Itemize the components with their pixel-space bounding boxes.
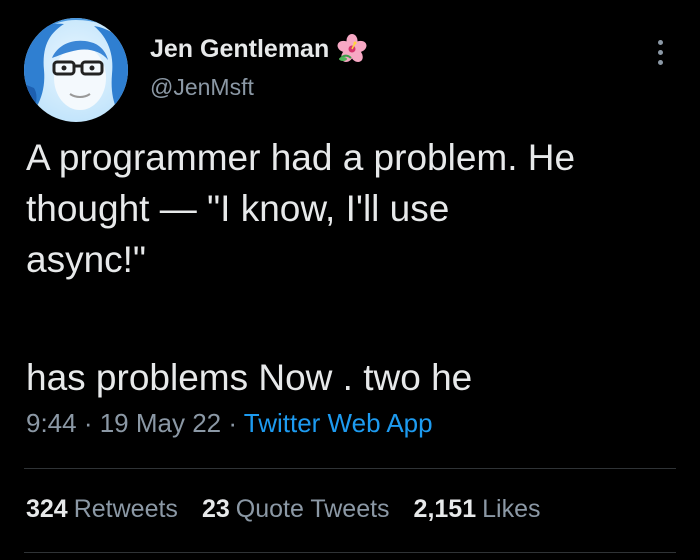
tweet-text-line: A programmer had a problem. He <box>26 137 576 178</box>
retweets-label: Retweets <box>73 495 178 523</box>
quote-tweets-count: 23 <box>201 495 230 523</box>
more-dot <box>657 59 663 65</box>
author-display-name[interactable]: Jen Gentleman <box>150 35 329 64</box>
more-dot <box>657 39 663 45</box>
tweet-source-link[interactable]: Twitter Web App <box>244 408 433 438</box>
author-name-row: Jen Gentleman <box>150 32 367 66</box>
likes-stat[interactable]: 2,151 Likes <box>414 495 541 524</box>
retweets-stat[interactable]: 324 Retweets <box>26 495 178 524</box>
tweet-text-line: thought — "I know, I'll use <box>26 188 450 229</box>
tweet-text: A programmer had a problem. He thought —… <box>26 132 676 398</box>
engagement-stats: 324 Retweets 23 Quote Tweets 2,151 Likes <box>26 495 540 524</box>
tweet-time[interactable]: 9:44 <box>26 408 77 438</box>
quote-tweets-label: Quote Tweets <box>235 495 390 523</box>
divider <box>24 468 676 469</box>
likes-count: 2,151 <box>413 495 477 523</box>
hibiscus-flower-icon <box>337 34 367 64</box>
likes-label: Likes <box>482 495 541 523</box>
tweet-card: Jen Gentleman @JenMsft A programmer had … <box>0 0 700 560</box>
more-options-icon[interactable] <box>648 32 672 72</box>
meta-separator: · <box>76 408 100 438</box>
more-dot <box>657 49 663 55</box>
author-handle[interactable]: @JenMsft <box>150 74 254 101</box>
retweets-count: 324 <box>26 495 68 523</box>
meta-separator: · <box>221 408 244 438</box>
tweet-text-line: has problems Now . two he <box>26 357 473 398</box>
quote-tweets-stat[interactable]: 23 Quote Tweets <box>202 495 390 524</box>
tweet-date[interactable]: 19 May 22 <box>100 408 221 438</box>
avatar[interactable] <box>24 18 128 122</box>
tweet-meta: 9:44 · 19 May 22 · Twitter Web App <box>26 408 433 439</box>
tweet-text-line: async!" <box>26 239 147 280</box>
divider <box>24 552 676 553</box>
profile-photo-icon <box>24 18 128 122</box>
